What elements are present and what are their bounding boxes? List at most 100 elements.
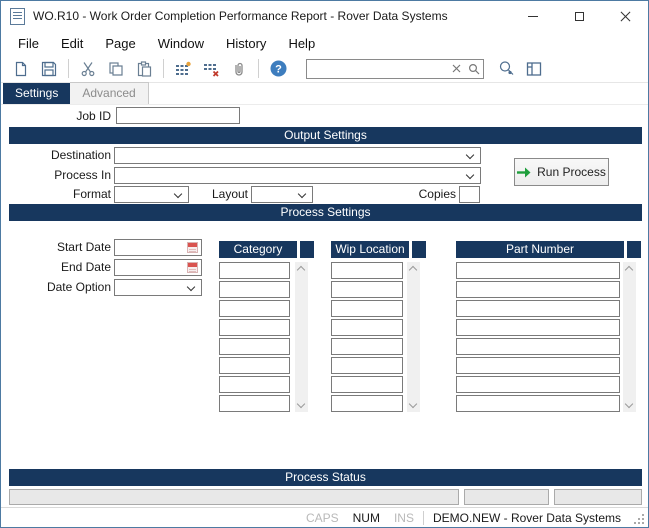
run-arrow-icon [517,167,531,178]
search-input[interactable] [307,61,447,77]
menu-edit[interactable]: Edit [50,33,94,54]
destination-label: Destination [1,147,111,164]
minimize-button[interactable] [510,1,556,31]
toolbar-separator [68,59,69,78]
tab-bar: Settings Advanced [1,83,648,105]
scroll-up-icon[interactable] [625,266,633,274]
date-option-label: Date Option [1,279,111,296]
search-icon[interactable] [465,63,483,75]
list-row-input[interactable] [219,357,290,374]
list-row-input[interactable] [456,338,620,355]
resize-grip-icon[interactable] [632,512,644,524]
date-option-select[interactable] [114,279,202,296]
toolbar: ? [1,55,648,83]
maximize-button[interactable] [556,1,602,31]
list-row-input[interactable] [331,281,403,298]
list-row-input[interactable] [219,395,290,412]
list-row-input[interactable] [331,300,403,317]
list-row-input[interactable] [331,376,403,393]
database-context: DEMO.NEW - Rover Data Systems [426,511,628,525]
close-icon [620,11,631,22]
menu-window[interactable]: Window [147,33,215,54]
calendar-icon[interactable] [187,262,198,273]
menu-bar: File Edit Page Window History Help [1,31,648,55]
format-select[interactable] [114,186,189,203]
list-row-input[interactable] [456,357,620,374]
clear-search-icon[interactable] [447,64,465,73]
format-label: Format [1,186,111,203]
scroll-up-icon[interactable] [297,266,305,274]
output-settings-header: Output Settings [9,127,642,144]
list-row-input[interactable] [331,357,403,374]
close-button[interactable] [602,1,648,31]
save-icon[interactable] [37,58,61,80]
scroll-down-icon[interactable] [409,400,417,408]
copy-icon[interactable] [104,58,128,80]
job-id-input[interactable] [116,107,240,124]
menu-file[interactable]: File [7,33,50,54]
destination-select[interactable] [114,147,481,164]
category-scrollbar[interactable] [295,262,308,412]
paste-icon[interactable] [132,58,156,80]
scroll-down-icon[interactable] [297,400,305,408]
window-title: WO.R10 - Work Order Completion Performan… [33,9,448,23]
list-row-input[interactable] [456,262,620,279]
category-list-header: Category [219,241,297,258]
list-row-input[interactable] [331,338,403,355]
record-lookup-icon[interactable] [494,58,518,80]
part-number-list [456,262,620,414]
scroll-up-icon[interactable] [409,266,417,274]
list-row-input[interactable] [219,281,290,298]
menu-history[interactable]: History [215,33,277,54]
attachment-icon[interactable] [227,58,251,80]
wip-scroll-header-stub [412,241,426,258]
copies-input[interactable] [459,186,480,203]
wip-location-scrollbar[interactable] [407,262,420,412]
list-row-input[interactable] [331,262,403,279]
run-process-button[interactable]: Run Process [514,158,609,186]
list-row-input[interactable] [219,376,290,393]
list-row-input[interactable] [456,319,620,336]
process-status-field [9,489,459,505]
part-number-scrollbar[interactable] [623,262,636,412]
list-row-input[interactable] [219,300,290,317]
tab-advanced[interactable]: Advanced [70,82,148,104]
list-row-input[interactable] [331,395,403,412]
list-row-input[interactable] [456,281,620,298]
start-date-input[interactable] [114,239,202,256]
process-in-select[interactable] [114,167,481,184]
list-row-input[interactable] [331,319,403,336]
process-settings-header: Process Settings [9,204,642,221]
help-icon[interactable]: ? [266,58,290,80]
delete-row-icon[interactable] [199,58,223,80]
process-in-label: Process In [1,167,111,184]
start-date-label: Start Date [1,239,111,256]
list-row-input[interactable] [219,338,290,355]
calendar-icon[interactable] [187,242,198,253]
part-scroll-header-stub [627,241,641,258]
insert-row-icon[interactable] [171,58,195,80]
end-date-label: End Date [1,259,111,276]
list-row-input[interactable] [219,319,290,336]
svg-text:?: ? [275,64,282,76]
tab-settings[interactable]: Settings [3,83,70,104]
process-status-field-2 [464,489,549,505]
scroll-down-icon[interactable] [625,400,633,408]
list-row-input[interactable] [219,262,290,279]
process-status-header: Process Status [9,469,642,486]
layout-select[interactable] [251,186,313,203]
menu-help[interactable]: Help [277,33,326,54]
maximize-icon [575,12,584,21]
layout-view-icon[interactable] [522,58,546,80]
cut-icon[interactable] [76,58,100,80]
new-document-icon[interactable] [9,58,33,80]
menu-page[interactable]: Page [94,33,146,54]
category-list [219,262,290,414]
end-date-input[interactable] [114,259,202,276]
list-row-input[interactable] [456,300,620,317]
run-process-label: Run Process [537,165,606,179]
caps-indicator: CAPS [299,511,346,525]
part-number-list-header: Part Number [456,241,624,258]
list-row-input[interactable] [456,395,620,412]
list-row-input[interactable] [456,376,620,393]
